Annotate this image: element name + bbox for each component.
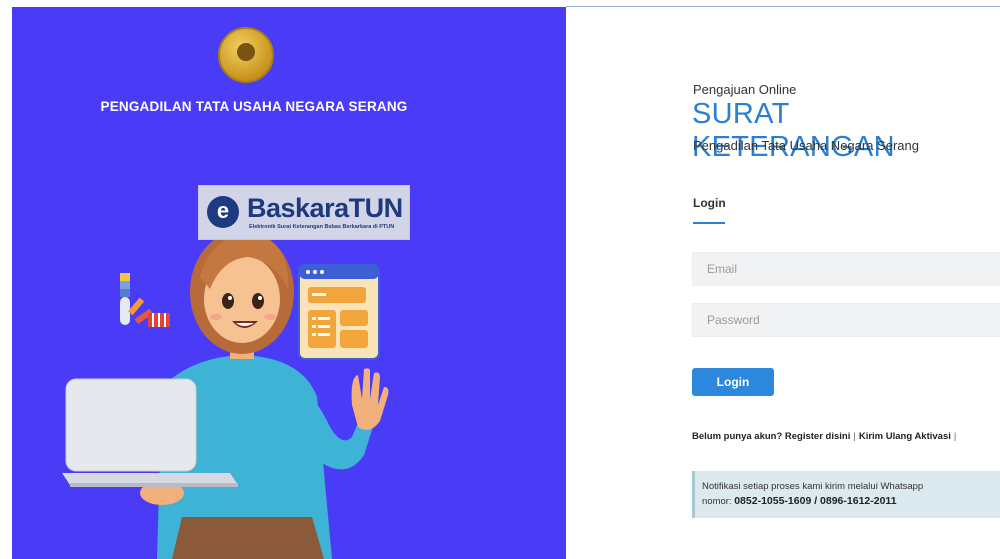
notice-text: Notifikasi setiap proses kami kirim mela… xyxy=(702,481,924,492)
tab-login[interactable]: Login xyxy=(693,196,726,210)
link-separator: | xyxy=(853,431,856,442)
brand-name: BaskaraTUN xyxy=(247,193,403,223)
register-link[interactable]: Belum punya akun? Register disini xyxy=(692,431,850,442)
password-field[interactable] xyxy=(692,303,1000,337)
login-page: PENGADILAN TATA USAHA NEGARA SERANG e Ba… xyxy=(0,0,1000,559)
brand-tagline: Elektronik Surat Keterangan Bebas Berkar… xyxy=(249,224,395,230)
brand-logo-icon: e xyxy=(207,196,239,228)
notice-numbers-line: nomor: 0852-1055-1609 / 0896-1612-2011 xyxy=(702,494,1000,509)
brand-card: e BaskaraTUN Elektronik Surat Keterangan… xyxy=(198,185,410,240)
login-button[interactable]: Login xyxy=(692,368,774,396)
page-title: SURAT KETERANGAN xyxy=(692,98,895,163)
color-palette-icon xyxy=(120,273,170,327)
panel-edge xyxy=(0,7,12,559)
hero-panel: PENGADILAN TATA USAHA NEGARA SERANG e Ba… xyxy=(0,7,566,559)
notice-prefix: nomor: xyxy=(702,496,735,507)
account-links: Belum punya akun? Register disini | Kirim … xyxy=(692,431,959,442)
page-kicker: Pengajuan Online xyxy=(693,82,797,97)
hero-background: PENGADILAN TATA USAHA NEGARA SERANG e Ba… xyxy=(12,7,566,559)
email-field[interactable] xyxy=(692,252,1000,286)
page-subtitle: Pengadilan Tata Usaha Negara Serang xyxy=(693,138,919,153)
browser-window-icon xyxy=(298,264,380,360)
notification-notice: Notifikasi setiap proses kami kirim mela… xyxy=(692,471,1000,518)
resend-activation-link[interactable]: Kirim Ulang Aktivasi xyxy=(859,431,951,442)
link-separator-trailing: | xyxy=(953,431,957,442)
hero-illustration xyxy=(62,230,389,559)
tab-active-indicator xyxy=(693,222,725,224)
whatsapp-numbers: 0852-1055-1609 / 0896-1612-2011 xyxy=(734,495,897,507)
